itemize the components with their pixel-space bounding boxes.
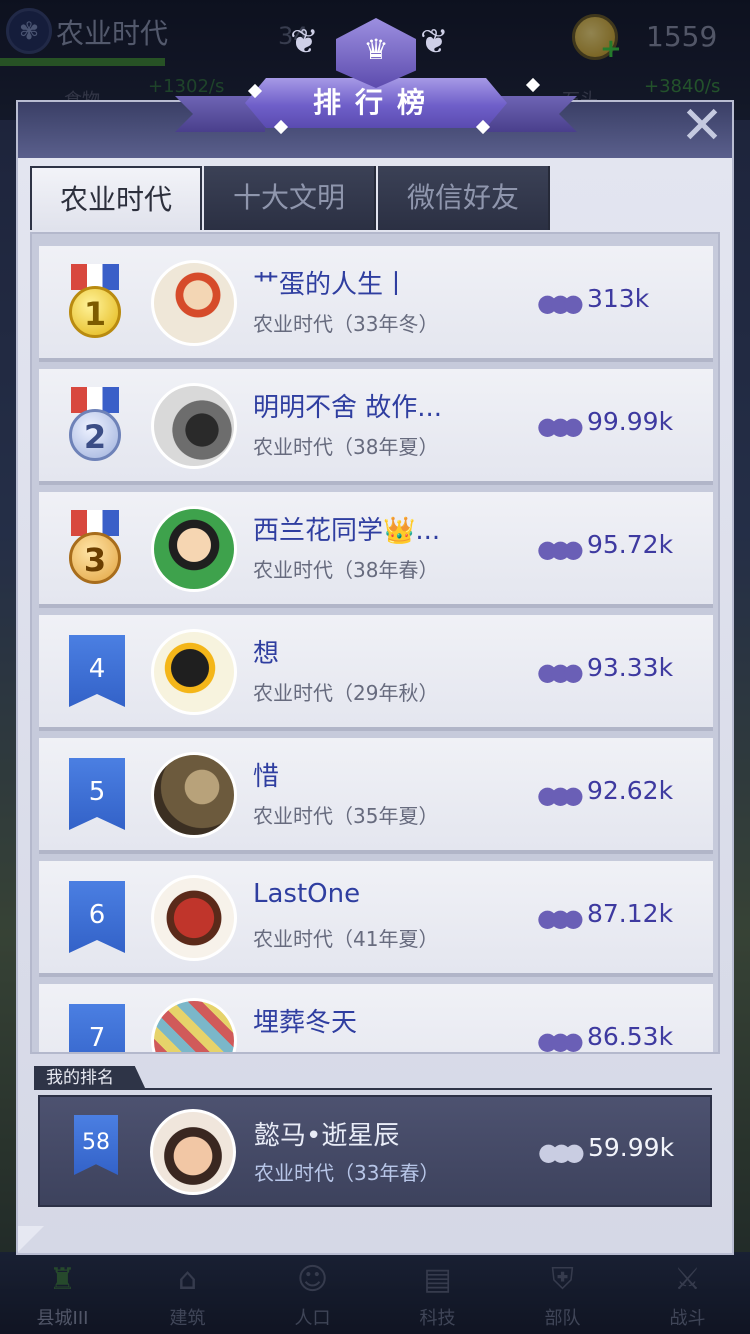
population-icon: ●●● [537,412,584,440]
gold-medal-icon: 1 [69,264,121,340]
avatar[interactable] [151,506,237,592]
population-score: 99.99k [587,407,674,436]
player-era: 农业时代（38年夏） [253,435,439,459]
avatar[interactable] [150,1109,236,1195]
avatar[interactable] [151,752,237,838]
avatar[interactable] [151,875,237,961]
ranking-row[interactable]: 6 LastOne 农业时代（41年夏） ●●● 87.12k [39,861,713,977]
ranking-row[interactable]: 1 艹蛋的人生丨 农业时代（33年冬） ●●● 313k [39,246,713,362]
player-era: 农业时代（35年夏） [253,804,439,828]
ranking-list[interactable]: 1 艹蛋的人生丨 农业时代（33年冬） ●●● 313k 2 明明不舍 故作..… [30,232,720,1054]
population-score: 92.62k [587,776,674,805]
laurel-left-icon: ❦ [290,22,319,62]
population-score: 313k [587,284,650,313]
player-era: 农业时代（29年秋） [253,681,439,705]
population-icon: ●●● [537,658,584,686]
player-name: 想 [253,639,280,669]
population-icon: ●●● [537,1027,584,1054]
population-icon: ●●● [537,781,584,809]
player-era: 农业时代（33年春） [254,1161,440,1185]
population-score: 93.33k [587,653,674,682]
rank-flag: 4 [69,635,125,707]
avatar[interactable] [151,260,237,346]
player-name: 明明不舍 故作... [253,393,443,423]
my-rank-row[interactable]: 58 懿马•逝星辰 农业时代（33年春） ●●● 59.99k [38,1095,712,1207]
tab-agricultural-era[interactable]: 农业时代 [30,166,202,230]
avatar[interactable] [151,998,237,1052]
population-score: 86.53k [587,1022,674,1051]
rank-flag: 7 [69,1004,125,1052]
population-icon: ●●● [537,535,584,563]
player-name: 埋葬冬天 [253,1008,358,1038]
player-name: 西兰花同学👑... [253,516,441,546]
avatar[interactable] [151,383,237,469]
population-icon: ●●● [538,1138,585,1166]
bronze-medal-icon: 3 [69,510,121,586]
my-rank-label: 我的排名 [34,1066,146,1090]
player-name: 懿马•逝星辰 [254,1121,400,1151]
divider [34,1088,712,1090]
population-icon: ●●● [537,904,584,932]
laurel-right-icon: ❦ [420,22,449,62]
player-era: 农业时代（33年秋） [253,1046,438,1052]
panel-corner [18,1226,44,1252]
ranking-row[interactable]: 5 惜 农业时代（35年夏） ●●● 92.62k [39,738,713,854]
rank-flag: 58 [74,1115,118,1175]
silver-medal-icon: 2 [69,387,121,463]
ranking-row[interactable]: 4 想 农业时代（29年秋） ●●● 93.33k [39,615,713,731]
population-score: 87.12k [587,899,674,928]
rank-flag: 6 [69,881,125,953]
player-name: 惜 [253,762,280,792]
player-era: 农业时代（38年春） [253,558,439,582]
ranking-row[interactable]: 2 明明不舍 故作... 农业时代（38年夏） ●●● 99.99k [39,369,713,485]
ranking-row[interactable]: 3 西兰花同学👑... 农业时代（38年春） ●●● 95.72k [39,492,713,608]
ranking-row[interactable]: 7 埋葬冬天 农业时代（33年秋） ●●● 86.53k [39,984,713,1054]
tab-bar: 农业时代 十大文明 微信好友 [30,166,552,230]
player-era: 农业时代（33年冬） [253,312,439,336]
population-score: 59.99k [588,1133,675,1162]
avatar[interactable] [151,629,237,715]
rank-flag: 5 [69,758,125,830]
tab-ten-civilizations[interactable]: 十大文明 [204,166,376,230]
population-icon: ●●● [537,289,584,317]
player-name: 艹蛋的人生丨 [253,270,410,300]
close-button[interactable]: ✕ [678,100,726,152]
player-era: 农业时代（41年夏） [253,927,439,951]
crown-icon: ♛ [363,33,389,66]
tab-wechat-friends[interactable]: 微信好友 [378,166,550,230]
player-name: LastOne [253,879,361,909]
population-score: 95.72k [587,530,674,559]
